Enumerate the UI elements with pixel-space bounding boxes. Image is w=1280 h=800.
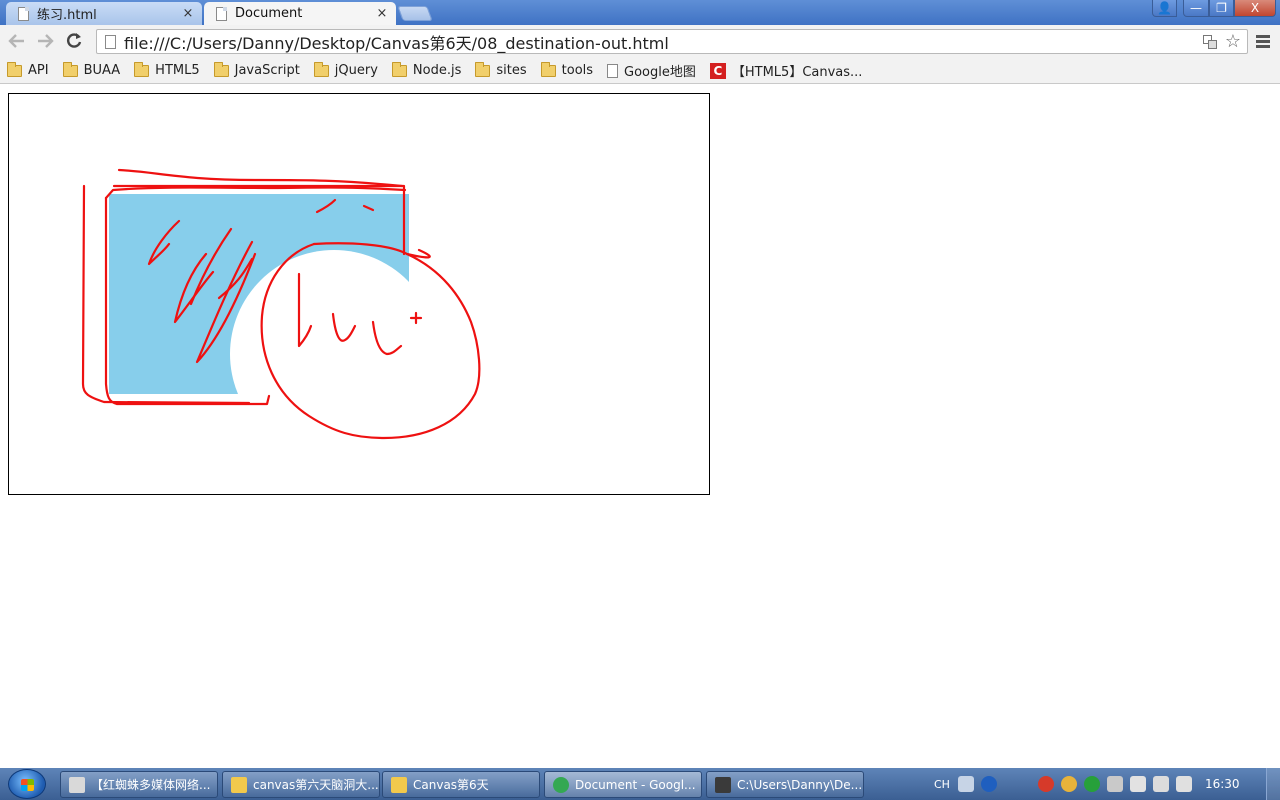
taskbar: 【红蜘蛛多媒体网络... canvas第六天脑洞大... Canvas第6天 Docu…	[0, 768, 1280, 800]
drawing-canvas[interactable]	[8, 93, 710, 495]
maximize-button[interactable]: ❐	[1209, 0, 1234, 17]
settings-icon[interactable]	[1004, 776, 1014, 792]
folder-icon	[62, 61, 78, 77]
page-icon	[216, 6, 227, 21]
folder-icon	[475, 61, 491, 77]
app-icon	[553, 776, 569, 793]
translate-icon[interactable]	[1202, 34, 1217, 49]
canvas-drawing	[81, 168, 481, 440]
show-desktop-button[interactable]	[1266, 768, 1280, 800]
red-c-icon: C	[709, 62, 726, 79]
taskbar-item[interactable]: C:\Users\Danny\De...	[706, 771, 864, 798]
ime-indicator[interactable]: CH	[934, 778, 950, 791]
bookmark-label: tools	[561, 63, 594, 78]
folder-icon	[213, 61, 229, 77]
new-tab-button[interactable]	[397, 6, 433, 21]
back-icon[interactable]	[6, 29, 28, 53]
address-bar[interactable]: file:///C:/Users/Danny/Desktop/Canvas第6天…	[96, 29, 1248, 54]
taskbar-item-label: C:\Users\Danny\De...	[737, 777, 863, 792]
reload-icon[interactable]	[63, 29, 85, 53]
taskbar-item[interactable]: Document - Googl...	[544, 771, 702, 798]
bookmark-javascript[interactable]: JavaScript	[213, 61, 300, 78]
menu-icon[interactable]	[1256, 35, 1270, 50]
help-icon[interactable]	[980, 776, 997, 792]
taskbar-item[interactable]: Canvas第6天	[382, 771, 540, 798]
taskbar-item-label: Document - Googl...	[575, 777, 696, 792]
taskbar-item-label: canvas第六天脑洞大...	[253, 778, 379, 792]
blue-rectangle	[109, 194, 409, 394]
tab-document[interactable]: Document ×	[204, 2, 396, 25]
keyboard-icon[interactable]	[957, 776, 974, 792]
folder-icon	[391, 61, 407, 77]
user-icon[interactable]: 👤	[1152, 0, 1177, 17]
address-url[interactable]: file:///C:/Users/Danny/Desktop/Canvas第6天…	[124, 30, 1203, 54]
bookmark-jquery[interactable]: jQuery	[313, 61, 378, 78]
page-icon	[18, 6, 29, 21]
taskbar-item-label: Canvas第6天	[413, 778, 489, 792]
bookmark-sites[interactable]: sites	[475, 61, 527, 78]
taskbar-item[interactable]: 【红蜘蛛多媒体网络...	[60, 771, 218, 798]
tab-label: Document	[235, 6, 303, 21]
volume-icon[interactable]	[1175, 776, 1192, 792]
bookmark-tools[interactable]: tools	[540, 61, 594, 78]
page-content	[0, 85, 1280, 768]
tab-close-icon[interactable]: ×	[374, 6, 390, 21]
cloud-icon[interactable]	[1060, 776, 1077, 792]
bookmarks-bar: API BUAA HTML5 JavaScript jQuery Node.js…	[0, 58, 1280, 84]
network-error-icon[interactable]	[1106, 776, 1123, 792]
forward-icon[interactable]	[34, 29, 56, 53]
app-icon	[715, 776, 731, 793]
bookmark-label: API	[28, 63, 49, 78]
bookmark-label: Google地图	[624, 65, 696, 80]
page-icon	[607, 63, 619, 78]
clock[interactable]: 16:30	[1205, 777, 1240, 791]
bookmark-label: BUAA	[83, 63, 121, 78]
bookmark-nodejs[interactable]: Node.js	[391, 61, 462, 78]
bookmark-label: sites	[496, 63, 527, 78]
folder-icon	[540, 61, 556, 77]
tab-close-icon[interactable]: ×	[180, 6, 196, 21]
minimize-button[interactable]: —	[1183, 0, 1209, 17]
start-button[interactable]	[8, 769, 46, 799]
title-bar: 练习.html × Document × 👤 — ❐ X	[0, 0, 1280, 25]
bookmark-label: HTML5	[155, 63, 200, 78]
taskbar-item[interactable]: canvas第六天脑洞大...	[222, 771, 380, 798]
app-icon	[69, 776, 85, 793]
chevron-up-icon[interactable]	[1021, 776, 1031, 792]
weibo-icon[interactable]	[1037, 776, 1054, 792]
taskbar-item-label: 【红蜘蛛多媒体网络...	[91, 778, 211, 792]
folder-icon	[7, 61, 22, 77]
bookmark-label: Node.js	[412, 63, 462, 78]
app-icon	[391, 776, 407, 793]
bookmark-api[interactable]: API	[7, 61, 49, 78]
page-icon	[105, 34, 116, 49]
security-icon[interactable]	[1083, 776, 1100, 792]
bookmark-label: jQuery	[334, 63, 378, 78]
browser-toolbar: file:///C:/Users/Danny/Desktop/Canvas第6天…	[0, 25, 1280, 58]
bookmark-html5-canvas[interactable]: C 【HTML5】Canvas...	[709, 61, 863, 80]
close-button[interactable]: X	[1234, 0, 1276, 17]
system-tray: CH 16:30	[930, 768, 1275, 800]
bookmark-label: 【HTML5】Canvas...	[731, 65, 863, 80]
bookmark-google-map[interactable]: Google地图	[607, 61, 696, 80]
folder-icon	[134, 61, 150, 77]
usb-icon[interactable]	[1129, 776, 1146, 792]
folder-icon	[313, 61, 329, 77]
bookmark-label: JavaScript	[234, 63, 300, 78]
app-icon	[231, 776, 247, 793]
tab-practice[interactable]: 练习.html ×	[6, 2, 202, 25]
bookmark-buaa[interactable]: BUAA	[62, 61, 121, 78]
bookmark-html5[interactable]: HTML5	[134, 61, 200, 78]
tab-label: 练习.html	[37, 8, 97, 23]
bookmark-star-icon[interactable]: ☆	[1225, 31, 1241, 52]
display-icon[interactable]	[1152, 776, 1169, 792]
